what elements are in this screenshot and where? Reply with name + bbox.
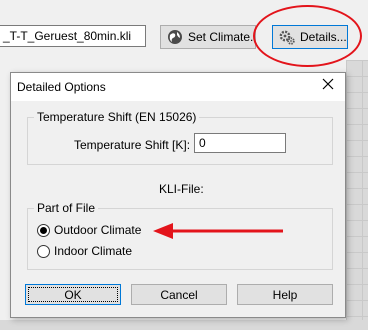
globe-icon <box>167 29 183 45</box>
temperature-shift-input[interactable] <box>194 133 286 153</box>
close-icon[interactable] <box>322 78 334 93</box>
temperature-shift-label: Temperature Shift [K]: <box>74 138 191 152</box>
dialog-title: Detailed Options <box>17 80 106 94</box>
annotation-arrow <box>153 223 283 239</box>
file-name-field[interactable]: _T-T_Geruest_80min.kli <box>0 25 146 47</box>
background-strip <box>0 320 368 330</box>
temperature-group-title: Temperature Shift (EN 15026) <box>34 110 200 124</box>
toolbar: _T-T_Geruest_80min.kli Set Climate... De… <box>0 0 368 67</box>
background-grid <box>346 60 368 330</box>
ok-button[interactable]: OK <box>25 284 121 305</box>
temperature-shift-group: Temperature Shift (EN 15026) Temperature… <box>27 110 333 165</box>
ok-label: OK <box>64 287 82 302</box>
outdoor-climate-option[interactable]: Outdoor Climate <box>37 223 141 237</box>
dialog-titlebar[interactable]: Detailed Options <box>11 73 345 101</box>
outdoor-climate-label: Outdoor Climate <box>54 223 142 237</box>
help-label: Help <box>272 287 298 302</box>
kli-file-label: KLI-File: <box>159 182 204 196</box>
annotation-ellipse <box>253 5 362 67</box>
cancel-button[interactable]: Cancel <box>131 284 227 305</box>
indoor-climate-radio[interactable] <box>37 244 50 258</box>
set-climate-button[interactable]: Set Climate... <box>160 25 256 49</box>
part-group-title: Part of File <box>34 201 99 215</box>
help-button[interactable]: Help <box>237 284 333 305</box>
outdoor-climate-radio[interactable] <box>37 223 50 237</box>
set-climate-label: Set Climate... <box>188 30 256 44</box>
detailed-options-dialog: Detailed Options Temperature Shift (EN 1… <box>10 72 346 318</box>
indoor-climate-label: Indoor Climate <box>54 244 133 258</box>
indoor-climate-option[interactable]: Indoor Climate <box>37 244 132 258</box>
cancel-label: Cancel <box>160 287 198 302</box>
